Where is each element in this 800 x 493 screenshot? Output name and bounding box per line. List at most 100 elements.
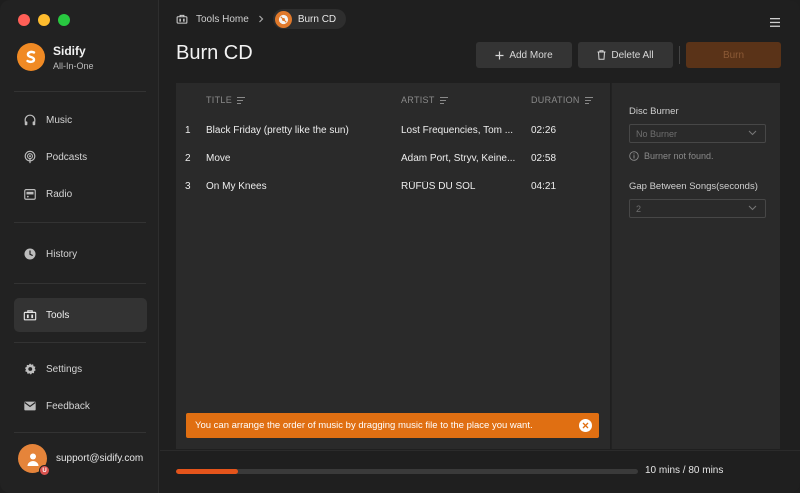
- info-icon: [629, 151, 639, 161]
- table-row[interactable]: 2 Move Adam Port, Stryv, Keine... 02:58: [176, 149, 610, 171]
- sidebar-item-label: Radio: [46, 188, 73, 200]
- breadcrumb: Tools Home Burn CD: [176, 9, 347, 29]
- track-list-panel: TITLE ARTIST DURATION 1 Black Friday (pr…: [176, 83, 610, 449]
- burner-status: Burner not found.: [629, 151, 714, 161]
- breadcrumb-current-label: Burn CD: [297, 13, 337, 25]
- window-controls: [18, 14, 70, 26]
- column-header-artist[interactable]: ARTIST: [401, 95, 448, 105]
- burn-label: Burn: [722, 49, 745, 61]
- close-icon: [582, 422, 589, 429]
- radio-icon: [24, 189, 36, 200]
- main-content: Tools Home Burn CD Burn CD Add More Dele…: [160, 0, 800, 493]
- sidebar-item-settings[interactable]: Settings: [14, 352, 147, 386]
- breadcrumb-current: Burn CD: [272, 9, 347, 29]
- toolbox-icon: [23, 310, 37, 321]
- sidebar-item-radio[interactable]: Radio: [14, 177, 147, 211]
- table-header: TITLE ARTIST DURATION: [176, 95, 610, 109]
- disc-burner-value: No Burner: [636, 128, 678, 139]
- sidify-logo-icon: [17, 43, 45, 71]
- sort-icon: [237, 96, 246, 104]
- delete-all-button[interactable]: Delete All: [578, 42, 673, 68]
- minimize-window-button[interactable]: [38, 14, 50, 26]
- track-artist: RÜFÜS DU SOL: [401, 181, 476, 192]
- headphones-icon: [24, 114, 36, 126]
- menu-button[interactable]: [770, 14, 780, 32]
- brand: Sidify All-In-One: [17, 43, 94, 71]
- capacity-progress-fill: [176, 469, 239, 474]
- track-index: 2: [185, 153, 191, 164]
- toolbar-divider: [679, 46, 680, 64]
- sort-icon: [584, 96, 593, 104]
- track-index: 1: [185, 125, 191, 136]
- disc-burner-label: Disc Burner: [629, 106, 679, 117]
- plus-icon: [495, 51, 504, 59]
- drag-order-notice: You can arrange the order of music by dr…: [186, 413, 599, 438]
- column-header-duration[interactable]: DURATION: [531, 95, 593, 105]
- divider: [14, 342, 146, 343]
- app-name: Sidify: [53, 43, 86, 58]
- sidebar-item-label: Tools: [46, 309, 70, 321]
- sidebar-item-label: History: [46, 248, 78, 260]
- burn-settings-panel: Disc Burner No Burner Burner not found. …: [611, 83, 780, 449]
- table-row[interactable]: 3 On My Knees RÜFÜS DU SOL 04:21: [176, 177, 610, 199]
- sidebar-item-tools[interactable]: Tools: [14, 298, 147, 332]
- sidebar-item-history[interactable]: History: [14, 237, 147, 271]
- sidebar-item-label: Settings: [46, 363, 83, 375]
- close-window-button[interactable]: [18, 14, 30, 26]
- clock-icon: [24, 248, 36, 260]
- sidebar-item-music[interactable]: Music: [14, 103, 147, 137]
- gap-label: Gap Between Songs(seconds): [629, 181, 758, 192]
- divider: [14, 222, 146, 223]
- user-icon: [27, 453, 38, 466]
- track-title: On My Knees: [206, 181, 267, 192]
- add-more-label: Add More: [509, 49, 553, 61]
- sidebar-item-feedback[interactable]: Feedback: [14, 389, 147, 423]
- column-header-title[interactable]: TITLE: [206, 95, 246, 105]
- notice-close-button[interactable]: [579, 419, 592, 432]
- chevron-right-icon: [258, 15, 264, 23]
- capacity-progress-bar: [176, 469, 638, 474]
- trash-icon: [597, 50, 606, 60]
- breadcrumb-home-link[interactable]: Tools Home: [196, 14, 249, 25]
- track-duration: 04:21: [531, 181, 557, 192]
- track-index: 3: [185, 181, 191, 192]
- hamburger-menu-icon: [770, 18, 780, 27]
- sidebar: Sidify All-In-One Music Podcasts Radio H…: [0, 0, 159, 493]
- burn-button[interactable]: Burn: [686, 42, 781, 68]
- sort-icon: [439, 96, 448, 104]
- disc-burner-select[interactable]: No Burner: [629, 124, 766, 143]
- sidebar-item-label: Feedback: [46, 400, 90, 412]
- page-title: Burn CD: [176, 42, 253, 64]
- burner-status-text: Burner not found.: [644, 151, 714, 161]
- track-duration: 02:58: [531, 153, 557, 164]
- chevron-down-icon: [748, 205, 757, 211]
- user-badge: U: [39, 465, 50, 476]
- capacity-footer: 10 mins / 80 mins: [160, 450, 800, 493]
- table-row[interactable]: 1 Black Friday (pretty like the sun) Los…: [176, 121, 610, 143]
- gear-icon: [24, 363, 36, 375]
- track-duration: 02:26: [531, 125, 557, 136]
- user-account[interactable]: U support@sidify.com: [18, 444, 144, 476]
- divider: [14, 91, 146, 92]
- user-email: support@sidify.com: [56, 453, 144, 464]
- maximize-window-button[interactable]: [58, 14, 70, 26]
- divider: [14, 432, 146, 433]
- track-artist: Lost Frequencies, Tom ...: [401, 125, 514, 136]
- notice-text: You can arrange the order of music by dr…: [195, 420, 533, 431]
- capacity-text: 10 mins / 80 mins: [645, 465, 724, 476]
- avatar[interactable]: U: [18, 444, 50, 476]
- chevron-down-icon: [748, 130, 757, 136]
- track-title: Black Friday (pretty like the sun): [206, 125, 349, 136]
- gap-select[interactable]: 2: [629, 199, 766, 218]
- podcast-icon: [24, 150, 36, 164]
- toolbox-icon: [176, 14, 188, 24]
- app-subtitle: All-In-One: [53, 60, 94, 71]
- divider: [14, 283, 146, 284]
- delete-all-label: Delete All: [611, 49, 654, 61]
- track-title: Move: [206, 153, 231, 164]
- app-window: Sidify All-In-One Music Podcasts Radio H…: [0, 0, 800, 493]
- sidebar-item-podcasts[interactable]: Podcasts: [14, 140, 147, 174]
- add-more-button[interactable]: Add More: [476, 42, 572, 68]
- cd-icon: [274, 10, 292, 28]
- sidebar-item-label: Podcasts: [46, 151, 88, 163]
